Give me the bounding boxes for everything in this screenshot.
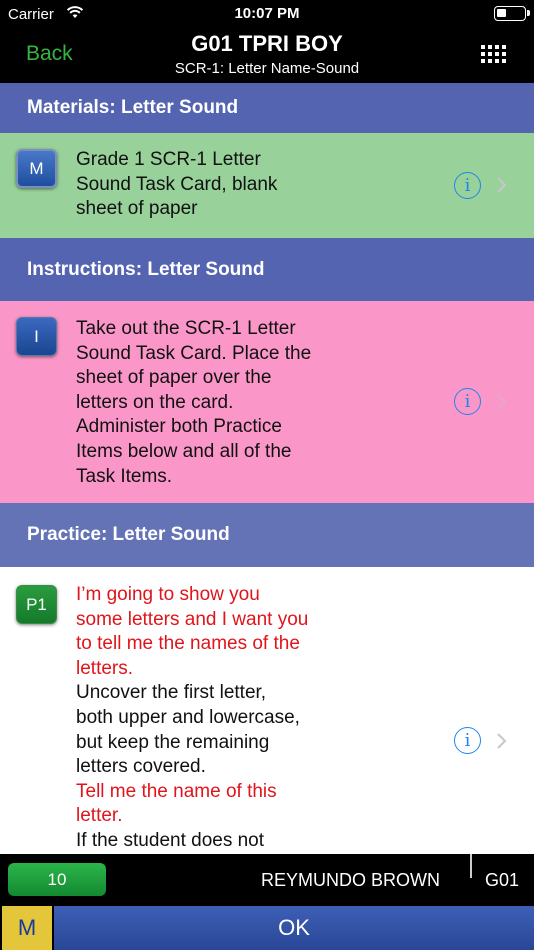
text-line: sheet of paper over the (76, 367, 272, 389)
text-line: both upper and lowercase, (76, 706, 300, 728)
text-line: I’m going to show you (76, 584, 260, 605)
text-line: Tell me the name of this (76, 780, 277, 802)
battery-icon (494, 6, 530, 21)
grid-icon[interactable] (481, 45, 507, 63)
info-icon[interactable]: i (454, 727, 481, 754)
practice-section-header: Practice: Letter Sound (0, 503, 534, 567)
section-header-label: Practice: Letter Sound (27, 524, 230, 545)
text-line: letter. (76, 805, 123, 827)
page-title: G01 TPRI BOY (191, 31, 343, 56)
text-line: If the student does not (76, 829, 265, 851)
text-line: Sound Task Card, blank (76, 173, 278, 195)
score-button[interactable]: 10 (8, 863, 106, 896)
chevron-right-icon[interactable] (495, 731, 509, 751)
text-line: Take out the SCR-1 Letter (76, 318, 296, 339)
materials-badge: M (16, 149, 57, 188)
section-header-label: Materials: Letter Sound (27, 97, 239, 118)
clock: 10:07 PM (234, 5, 300, 22)
grade-label: G01 (485, 870, 520, 890)
text-line: to tell me the names of the (76, 633, 300, 655)
text-line: letters on the card. (76, 391, 234, 413)
info-icon[interactable]: i (454, 172, 481, 199)
text-line: but keep the remaining (76, 731, 270, 753)
text-line: Sound Task Card. Place the (76, 342, 312, 364)
practice-card[interactable]: P1 I’m going to show you some letters and… (0, 567, 534, 854)
m-button[interactable]: M (2, 906, 52, 950)
action-bar: M OK (0, 904, 534, 950)
instructions-text: Take out the SCR-1 Letter Sound Task Car… (76, 317, 338, 489)
text-line: Task Items. (76, 465, 173, 487)
status-bar: Carrier 10:07 PM (0, 0, 534, 28)
student-bar: 10 REYMUNDO BROWN G01 (0, 854, 534, 904)
materials-text: Grade 1 SCR-1 Letter Sound Task Card, bl… (76, 148, 338, 222)
student-name: REYMUNDO BROWN (261, 870, 440, 890)
section-header-label: Instructions: Letter Sound (27, 258, 265, 280)
ok-button[interactable]: OK (54, 906, 534, 950)
instructions-badge: I (16, 317, 57, 356)
instructions-section-header: Instructions: Letter Sound (0, 238, 534, 301)
practice-badge: P1 (16, 585, 57, 624)
materials-card[interactable]: M Grade 1 SCR-1 Letter Sound Task Card, … (0, 133, 534, 238)
text-line: Items below and all of the (76, 440, 292, 462)
info-icon[interactable]: i (454, 388, 481, 415)
materials-section-header: Materials: Letter Sound (0, 83, 534, 133)
practice-text: I’m going to show you some letters and I … (76, 583, 338, 854)
instructions-card[interactable]: I Take out the SCR-1 Letter Sound Task C… (0, 301, 534, 503)
text-line: some letters and I want you (76, 608, 309, 630)
text-line: Uncover the first letter, (76, 682, 267, 704)
chevron-right-icon[interactable] (495, 392, 509, 412)
text-line: letters. (76, 657, 134, 679)
text-line: Grade 1 SCR-1 Letter (76, 149, 261, 170)
navigation-bar: Back G01 TPRI BOY SCR-1: Letter Name-Sou… (0, 28, 534, 83)
page-subtitle: SCR-1: Letter Name-Sound (174, 60, 360, 77)
text-line: letters covered. (76, 756, 206, 778)
divider (470, 854, 472, 878)
chevron-right-icon[interactable] (495, 175, 509, 195)
text-line: sheet of paper (76, 198, 198, 220)
text-line: Administer both Practice (76, 416, 282, 438)
